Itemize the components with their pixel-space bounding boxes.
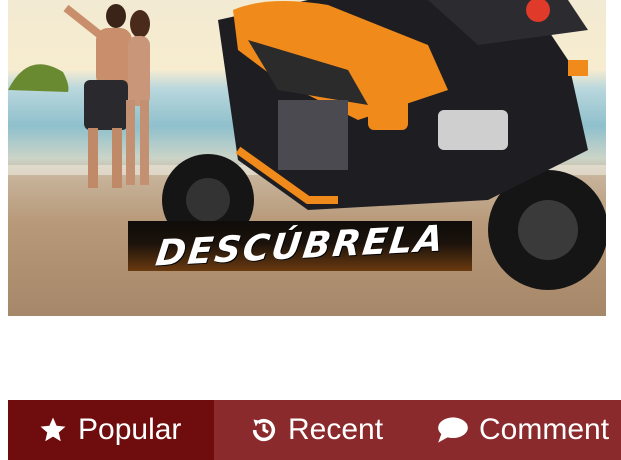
tab-recent[interactable]: Recent [214,400,417,460]
island-trees [8,64,69,92]
tab-popular[interactable]: Popular [8,400,214,460]
tab-recent-label: Recent [288,413,384,446]
couple-figures [63,4,150,188]
tab-comment[interactable]: Comment [417,400,621,460]
tab-popular-label: Popular [78,413,182,446]
tab-comment-label: Comment [479,413,610,446]
tab-bar: Popular Recent Comment [8,400,621,460]
comment-icon [437,416,469,444]
history-icon [250,416,278,444]
discover-banner[interactable]: DESCÚBRELA [128,218,472,274]
promo-image[interactable]: DESCÚBRELA [8,0,606,316]
banner-text: DESCÚBRELA [153,218,447,274]
star-icon [38,415,68,445]
